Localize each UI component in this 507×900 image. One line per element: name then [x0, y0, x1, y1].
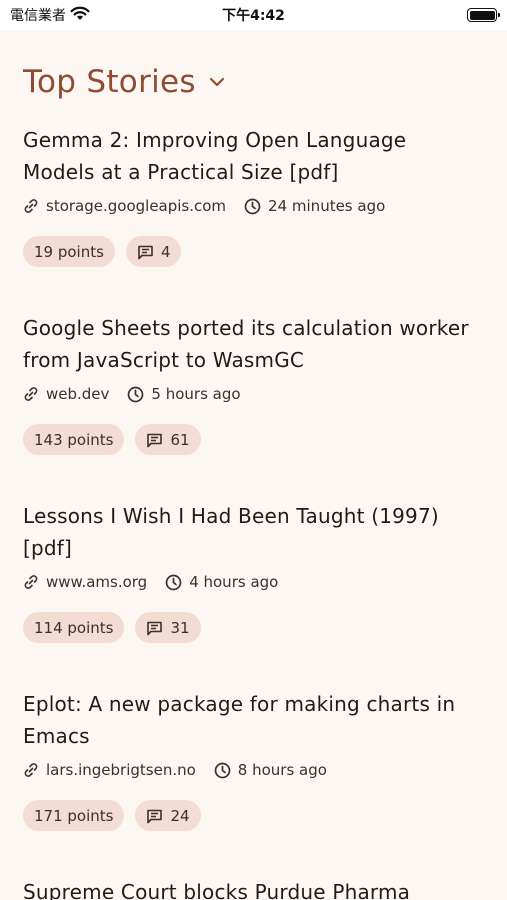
- story-meta: www.ams.org 4 hours ago: [23, 572, 484, 592]
- story-item[interactable]: Gemma 2: Improving Open Language Models …: [0, 124, 507, 267]
- points-chip[interactable]: 114 points: [23, 612, 125, 643]
- comments-chip[interactable]: 61: [135, 424, 201, 455]
- chevron-down-icon[interactable]: [208, 76, 226, 88]
- age-label: 4 hours ago: [189, 573, 279, 591]
- clock-icon: [244, 198, 261, 215]
- page-title[interactable]: Top Stories: [23, 64, 196, 100]
- status-bar: 電信業者 下午4:42: [0, 0, 507, 30]
- comment-icon: [146, 620, 163, 636]
- comments-chip[interactable]: 4: [125, 236, 182, 267]
- comments-count: 24: [170, 806, 190, 825]
- age-label: 24 minutes ago: [268, 197, 386, 215]
- points-chip[interactable]: 143 points: [23, 424, 125, 455]
- wifi-icon: [70, 6, 90, 25]
- story-domain[interactable]: lars.ingebrigtsen.no: [23, 761, 196, 779]
- domain-label: lars.ingebrigtsen.no: [46, 761, 196, 779]
- age-label: 8 hours ago: [237, 761, 327, 779]
- comments-count: 61: [170, 430, 190, 449]
- story-title[interactable]: Lessons I Wish I Had Been Taught (1997) …: [23, 500, 484, 564]
- story-chips: 171 points 24: [23, 800, 484, 831]
- story-meta: storage.googleapis.com 24 minutes ago: [23, 196, 484, 216]
- clock-icon: [214, 762, 231, 779]
- story-meta: web.dev 5 hours ago: [23, 384, 484, 404]
- comment-icon: [146, 808, 163, 824]
- domain-label: www.ams.org: [46, 573, 148, 591]
- story-meta: lars.ingebrigtsen.no 8 hours ago: [23, 760, 484, 780]
- comments-chip[interactable]: 24: [135, 800, 201, 831]
- points-chip[interactable]: 171 points: [23, 800, 125, 831]
- comment-icon: [146, 432, 163, 448]
- status-left: 電信業者: [10, 5, 90, 25]
- clock-icon: [127, 386, 144, 403]
- link-icon: [23, 386, 39, 402]
- points-chip[interactable]: 19 points: [23, 236, 115, 267]
- story-item[interactable]: Google Sheets ported its calculation wor…: [0, 312, 507, 455]
- comments-count: 4: [160, 242, 171, 261]
- story-title[interactable]: Google Sheets ported its calculation wor…: [23, 312, 484, 376]
- link-icon: [23, 574, 39, 590]
- story-title[interactable]: Gemma 2: Improving Open Language Models …: [23, 124, 484, 188]
- story-age: 8 hours ago: [214, 761, 327, 779]
- battery-icon: [467, 8, 500, 22]
- story-title[interactable]: Eplot: A new package for making charts i…: [23, 688, 484, 752]
- story-item[interactable]: Lessons I Wish I Had Been Taught (1997) …: [0, 500, 507, 643]
- story-item[interactable]: Eplot: A new package for making charts i…: [0, 688, 507, 831]
- comment-icon: [137, 244, 154, 260]
- header[interactable]: Top Stories: [0, 30, 507, 114]
- story-chips: 114 points 31: [23, 612, 484, 643]
- story-item[interactable]: Supreme Court blocks Purdue Pharma: [0, 876, 507, 900]
- story-chips: 19 points 4: [23, 236, 484, 267]
- link-icon: [23, 762, 39, 778]
- age-label: 5 hours ago: [151, 385, 241, 403]
- story-age: 5 hours ago: [127, 385, 241, 403]
- domain-label: web.dev: [46, 385, 110, 403]
- story-domain[interactable]: www.ams.org: [23, 573, 147, 591]
- comments-chip[interactable]: 31: [135, 612, 201, 643]
- clock-icon: [165, 574, 182, 591]
- battery-level: [469, 10, 495, 20]
- story-chips: 143 points 61: [23, 424, 484, 455]
- story-domain[interactable]: web.dev: [23, 385, 109, 403]
- carrier-label: 電信業者: [10, 8, 66, 24]
- story-age: 24 minutes ago: [244, 197, 385, 215]
- domain-label: storage.googleapis.com: [46, 197, 227, 215]
- comments-count: 31: [170, 618, 190, 637]
- story-age: 4 hours ago: [165, 573, 278, 591]
- story-list: Gemma 2: Improving Open Language Models …: [0, 124, 507, 900]
- link-icon: [23, 198, 39, 214]
- story-domain[interactable]: storage.googleapis.com: [23, 197, 226, 215]
- story-title[interactable]: Supreme Court blocks Purdue Pharma: [23, 876, 484, 900]
